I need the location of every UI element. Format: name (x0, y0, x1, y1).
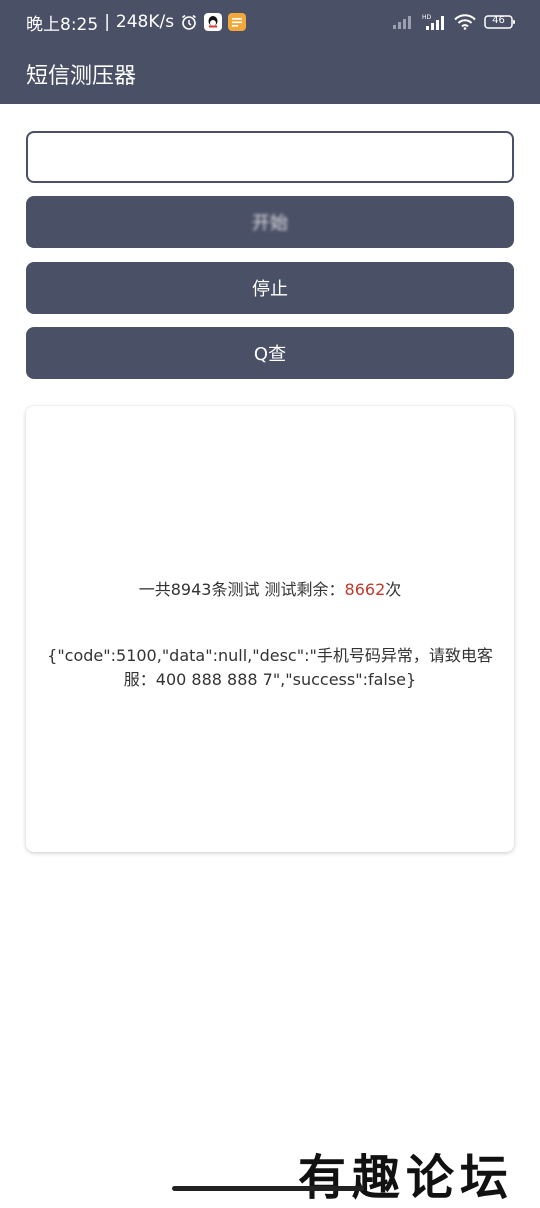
battery-level: 46 (492, 15, 505, 26)
watermark-logo: 有趣论坛 (297, 1150, 514, 1206)
status-right: HD 46 (392, 10, 516, 34)
alarm-icon (180, 13, 198, 31)
phone-number-input[interactable] (26, 131, 514, 183)
result-card: 一共8943条测试 测试剩余：8662次 {"code":5100,"data"… (26, 406, 514, 852)
notes-icon (228, 13, 247, 31)
status-divider: | (104, 12, 110, 32)
status-left: 晚上8:25 | 248K/s (26, 10, 247, 35)
hd-signal-icon: HD (422, 13, 446, 31)
start-button[interactable]: 开始 (26, 196, 514, 248)
status-net-speed: 248K/s (115, 12, 175, 32)
test-count-suffix: 次 (385, 580, 402, 599)
start-button-label: 开始 (252, 213, 288, 234)
test-count-prefix: 一共8943条测试 测试剩余： (138, 580, 345, 599)
qq-icon (204, 13, 223, 31)
stop-button-label: 停止 (252, 279, 288, 300)
query-button-label: Q查 (253, 344, 287, 365)
status-time: 晚上8:25 (26, 14, 99, 35)
svg-text:HD: HD (422, 14, 432, 21)
home-indicator[interactable] (172, 1186, 364, 1191)
app-title: 短信测压器 (26, 64, 137, 89)
battery-icon: 46 (484, 14, 516, 30)
test-count-line: 一共8943条测试 测试剩余：8662次 (26, 576, 514, 600)
query-button[interactable]: Q查 (26, 327, 514, 379)
api-response-text: {"code":5100,"data":null,"desc":"手机号码异常，… (47, 646, 493, 689)
remaining-count: 8662 (344, 580, 386, 599)
app-bar: 短信测压器 (0, 44, 540, 104)
signal-icon (392, 14, 414, 30)
wifi-icon (454, 14, 476, 30)
stop-button[interactable]: 停止 (26, 262, 514, 314)
status-bar: 晚上8:25 | 248K/s HD 46 (0, 0, 540, 44)
